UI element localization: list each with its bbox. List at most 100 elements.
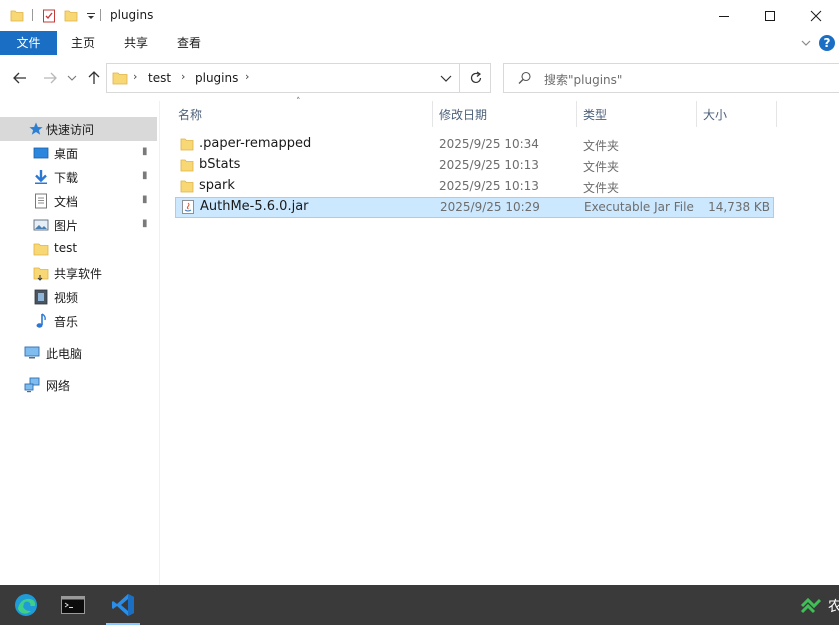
help-icon[interactable]: ? xyxy=(819,35,835,51)
nav-item-documents[interactable]: 文档 ▮ xyxy=(0,189,157,213)
folder-icon xyxy=(180,180,194,193)
star-icon xyxy=(29,122,43,135)
nav-item-shared-software[interactable]: 共享软件 xyxy=(0,261,157,285)
tab-view[interactable]: 查看 xyxy=(168,31,210,55)
close-button[interactable] xyxy=(793,0,839,31)
nav-this-pc[interactable]: 此电脑 xyxy=(0,341,157,365)
title-bar: plugins xyxy=(0,0,839,31)
nav-item-downloads[interactable]: 下载 ▮ xyxy=(0,165,157,189)
maximize-icon xyxy=(765,10,775,21)
breadcrumb-separator[interactable]: › xyxy=(245,70,249,83)
tab-file[interactable]: 文件 xyxy=(0,31,57,55)
properties-icon[interactable] xyxy=(42,8,57,23)
computer-icon xyxy=(24,346,40,359)
column-divider[interactable] xyxy=(432,101,433,127)
title-separator xyxy=(100,9,101,21)
ribbon-tabs: 文件 主页 共享 查看 ? xyxy=(0,31,839,56)
address-bar[interactable]: › test › plugins › xyxy=(106,63,491,93)
network-icon xyxy=(24,377,40,393)
column-header-type[interactable]: 类型 xyxy=(583,101,607,129)
video-icon xyxy=(34,289,48,305)
folder-icon xyxy=(10,10,24,22)
address-row: › test › plugins › 搜索"plugins" xyxy=(0,56,839,101)
file-type: Executable Jar File xyxy=(584,200,694,214)
refresh-icon[interactable] xyxy=(469,71,483,85)
nav-item-test[interactable]: test xyxy=(0,237,157,261)
pin-icon: ▮ xyxy=(142,146,148,157)
address-history-dropdown-icon[interactable] xyxy=(440,74,452,84)
desktop-icon xyxy=(33,147,49,159)
folder-icon xyxy=(112,72,128,85)
chevron-down-icon xyxy=(67,75,77,81)
maximize-button[interactable] xyxy=(747,0,793,31)
pin-icon: ▮ xyxy=(142,218,148,229)
file-row-spark[interactable]: spark 2025/9/25 10:13 文件夹 xyxy=(175,176,774,197)
taskbar-edge-button[interactable] xyxy=(3,585,49,625)
file-size: 14,738 KB xyxy=(708,200,770,214)
input-method-indicator[interactable]: 农 xyxy=(828,596,839,616)
nav-label: 文档 xyxy=(54,195,79,209)
column-divider[interactable] xyxy=(776,101,777,127)
minimize-button[interactable] xyxy=(701,0,747,31)
navigation-pane: 快速访问 桌面 ▮ 下载 ▮ 文档 ▮ 图片 ▮ test 共享软件 视频 音乐… xyxy=(0,101,160,585)
column-header-date[interactable]: 修改日期 xyxy=(439,101,487,129)
tab-home[interactable]: 主页 xyxy=(62,31,104,55)
breadcrumb-test[interactable]: test xyxy=(148,71,171,85)
document-icon xyxy=(35,193,47,209)
new-folder-icon[interactable] xyxy=(64,8,78,23)
back-button[interactable] xyxy=(10,68,30,88)
file-type: 文件夹 xyxy=(583,160,620,174)
nav-item-desktop[interactable]: 桌面 ▮ xyxy=(0,141,157,165)
terminal-icon xyxy=(61,596,85,614)
breadcrumb-separator[interactable]: › xyxy=(181,70,185,83)
nav-quick-access[interactable]: 快速访问 xyxy=(0,117,157,141)
folder-icon xyxy=(33,243,49,256)
up-button[interactable] xyxy=(86,68,102,88)
forward-button[interactable] xyxy=(40,68,60,88)
nav-label: 此电脑 xyxy=(46,347,83,361)
nav-network[interactable]: 网络 xyxy=(0,373,157,397)
column-header-name[interactable]: 名称 xyxy=(178,101,202,129)
search-icon xyxy=(518,71,531,84)
picture-icon xyxy=(33,219,49,231)
nav-item-music[interactable]: 音乐 xyxy=(0,309,157,333)
search-input[interactable]: 搜索"plugins" xyxy=(503,63,839,93)
column-divider[interactable] xyxy=(696,101,697,127)
file-row-authme-jar[interactable]: AuthMe-5.6.0.jar 2025/9/25 10:29 Executa… xyxy=(175,197,774,218)
nav-item-pictures[interactable]: 图片 ▮ xyxy=(0,213,157,237)
breadcrumb-separator[interactable]: › xyxy=(133,70,137,83)
recent-locations-button[interactable] xyxy=(66,68,78,88)
folder-icon xyxy=(33,267,49,281)
minimize-icon xyxy=(719,15,729,17)
ribbon-expand-icon[interactable] xyxy=(800,38,812,48)
download-icon xyxy=(35,170,47,184)
nav-label: 视频 xyxy=(54,291,79,305)
taskbar-vscode-button[interactable] xyxy=(100,585,146,625)
pin-icon: ▮ xyxy=(142,170,148,181)
nav-label: 网络 xyxy=(46,379,71,393)
customize-dropdown-icon[interactable] xyxy=(86,8,96,23)
column-divider[interactable] xyxy=(576,101,577,127)
file-row-bstats[interactable]: bStats 2025/9/25 10:13 文件夹 xyxy=(175,155,774,176)
nav-label: 桌面 xyxy=(54,147,79,161)
file-row-paper-remapped[interactable]: .paper-remapped 2025/9/25 10:34 文件夹 xyxy=(175,134,774,155)
network-status-icon[interactable] xyxy=(800,596,822,614)
file-date: 2025/9/25 10:34 xyxy=(439,137,539,151)
nav-label: 下载 xyxy=(54,171,79,185)
file-name: .paper-remapped xyxy=(199,136,312,151)
sort-ascending-icon: ˄ xyxy=(296,97,301,107)
up-arrow-icon xyxy=(88,71,100,84)
edge-icon xyxy=(15,594,37,616)
quick-access-separator xyxy=(32,9,33,21)
nav-item-videos[interactable]: 视频 xyxy=(0,285,157,309)
file-name: AuthMe-5.6.0.jar xyxy=(200,199,309,214)
folder-icon xyxy=(180,138,194,151)
taskbar-terminal-button[interactable] xyxy=(50,585,96,625)
pin-icon: ▮ xyxy=(142,194,148,205)
breadcrumb-plugins[interactable]: plugins xyxy=(195,71,238,85)
nav-label: 图片 xyxy=(54,219,79,233)
file-name: spark xyxy=(199,178,235,193)
tab-share[interactable]: 共享 xyxy=(115,31,157,55)
file-type: 文件夹 xyxy=(583,181,620,195)
column-header-size[interactable]: 大小 xyxy=(703,101,727,129)
